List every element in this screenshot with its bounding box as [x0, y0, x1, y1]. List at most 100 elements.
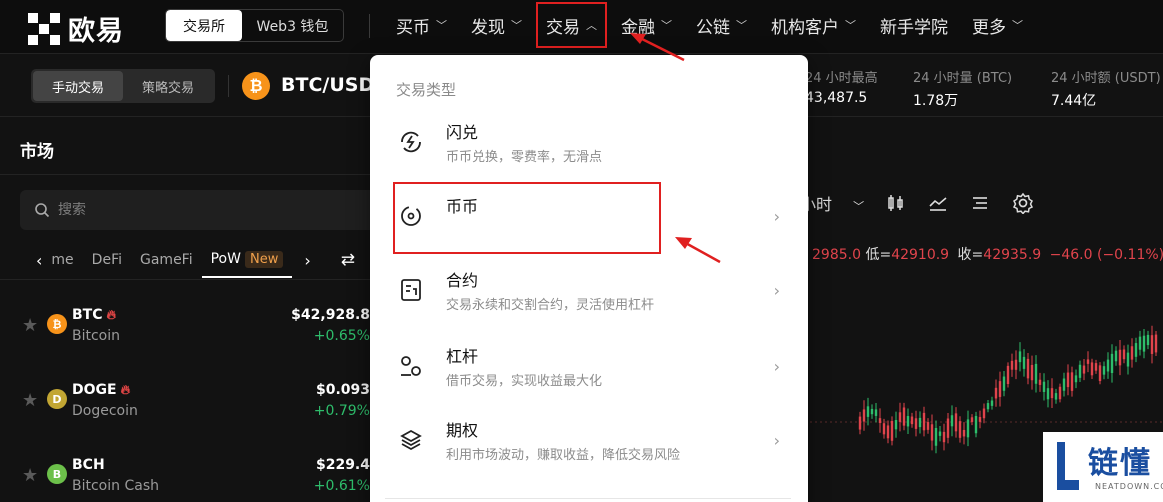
candle-body [946, 418, 950, 438]
indicator-icon[interactable] [928, 193, 948, 213]
coin-change: +0.65% [313, 328, 370, 344]
category-tab-pow[interactable]: PoW New [201, 242, 293, 278]
candle-body [1134, 343, 1138, 357]
candle-body [858, 416, 862, 430]
exchange-tab[interactable]: 交易所 [166, 10, 242, 41]
site-watermark: 链懂 NEATDOWN.COM [1043, 432, 1163, 502]
chevron-down-icon: ﹀ [661, 19, 672, 32]
candle-body [934, 427, 938, 446]
nav-label: 机构客户 [771, 17, 839, 38]
menu-item-options[interactable]: 期权 利用市场波动，赚取收益，降低交易风险 › [370, 407, 808, 479]
nav-more[interactable]: 更多 ﹀ [960, 0, 1035, 50]
candle-body [1090, 362, 1094, 376]
manual-trade-tab[interactable]: 手动交易 [33, 71, 123, 101]
category-tab[interactable]: me [42, 242, 82, 278]
chevron-right-icon[interactable]: › [304, 251, 310, 270]
candle-body [1014, 359, 1018, 370]
stat-24h-high: 24 小时最高 43,487.5 [805, 67, 878, 106]
chevron-down-icon: ﹀ [853, 200, 865, 213]
coin-price: $42,928.8 [291, 307, 370, 323]
category-tab[interactable]: GameFi [131, 242, 202, 278]
menu-item-desc: 借币交易，实现收益最大化 [446, 374, 603, 389]
candle-body [1062, 378, 1066, 391]
candle-body [898, 412, 902, 422]
chevron-down-icon: ﹀ [436, 19, 447, 32]
gear-icon[interactable] [1012, 192, 1034, 214]
bch-coin-icon: B [47, 464, 67, 484]
stat-label: 24 小时额 (USDT) [1051, 71, 1161, 86]
candle-body [1078, 364, 1082, 378]
dropdown-header: 交易类型 [396, 81, 457, 99]
strategy-trade-tab[interactable]: 策略交易 [123, 71, 213, 101]
coin-name: Bitcoin Cash [72, 478, 159, 494]
nav-trade[interactable]: 交易 ︿ [534, 0, 609, 50]
candle-body [930, 424, 934, 441]
candle-body [1094, 363, 1098, 371]
coin-row-doge[interactable]: ★ D DOGE 🔥︎ Dogecoin $0.093 +0.79% [20, 373, 380, 433]
menu-item-desc: 币币兑换，零费率，无滑点 [446, 150, 603, 165]
nav-chain[interactable]: 公链 ﹀ [684, 0, 759, 50]
nav-buy-crypto[interactable]: 买币 ﹀ [384, 0, 459, 50]
market-search [20, 190, 380, 230]
category-tab[interactable]: DeFi [83, 242, 131, 278]
candle-body [1102, 366, 1106, 375]
menu-item-futures[interactable]: 合约 交易永续和交割合约，灵活使用杠杆 › [370, 257, 808, 329]
candle-body [1126, 352, 1130, 367]
coin-symbol: BTC 🔥︎ [72, 307, 116, 323]
candle-body [906, 416, 910, 427]
top-nav: 欧易 交易所 Web3 钱包 买币 ﹀ 发现 ﹀ 交易 ︿ 金融 ﹀ 公链 ﹀ 机构客户 ﹀… [0, 0, 1163, 54]
chevron-down-icon: ﹀ [1012, 19, 1023, 32]
candle-body [902, 407, 906, 426]
symbol-text: BTC [72, 307, 103, 323]
interval-selector[interactable]: 小时 ﹀ [800, 191, 864, 215]
divider [0, 174, 380, 175]
candle-body [942, 431, 946, 443]
candle-body [1118, 349, 1122, 366]
stat-24h-volume: 24 小时量 (BTC) 1.78万 [913, 67, 1012, 110]
candle-body [1130, 346, 1134, 360]
watermark-sub: NEATDOWN.COM [1095, 482, 1163, 491]
okx-logo-icon [28, 12, 60, 45]
search-input[interactable] [58, 202, 358, 218]
chevron-right-icon: › [773, 207, 780, 226]
nav-finance[interactable]: 金融 ﹀ [609, 0, 684, 50]
candle-body [1042, 381, 1046, 392]
coin-name: Dogecoin [72, 403, 138, 419]
coin-row-bch[interactable]: ★ B BCH Bitcoin Cash $229.4 +0.61% [20, 448, 380, 502]
web3-wallet-tab[interactable]: Web3 钱包 [242, 10, 343, 41]
coin-symbol: BCH [72, 457, 105, 473]
coin-row-btc[interactable]: ★ ₿ BTC 🔥︎ Bitcoin $42,928.8 +0.65% [20, 298, 380, 358]
ohlc-change: −46.0 (−0.11%) [1049, 247, 1163, 263]
menu-item-title: 闪兑 [446, 123, 479, 142]
favorite-star-icon[interactable]: ★ [22, 465, 38, 486]
candle-body [938, 431, 942, 436]
ohlc-readout: 2985.0 低=42910.9 收=42935.9 −46.0 (−0.11%… [812, 244, 1163, 264]
candle-body [1098, 365, 1102, 382]
menu-item-convert[interactable]: 闪兑 币币兑换，零费率，无滑点 [370, 109, 808, 181]
nav-label: 金融 [621, 17, 655, 38]
swap-icon[interactable]: ⇄ [341, 250, 355, 270]
candle-body [910, 416, 914, 425]
candle-body [1110, 353, 1114, 374]
candlestick-icon[interactable] [886, 193, 906, 213]
candle-body [954, 413, 958, 432]
category-tabs: ‹ me DeFi GameFi PoW New › ⇄ [36, 242, 355, 278]
candle-body [874, 409, 878, 416]
okx-logo[interactable]: 欧易 [28, 9, 124, 48]
list-settings-icon[interactable] [970, 193, 990, 213]
nav-label: 发现 [471, 17, 505, 38]
favorite-star-icon[interactable]: ★ [22, 315, 38, 336]
nav-institutional[interactable]: 机构客户 ﹀ [759, 0, 868, 50]
nav-discover[interactable]: 发现 ﹀ [459, 0, 534, 50]
candle-body [890, 421, 894, 441]
nav-academy[interactable]: 新手学院 [868, 0, 960, 50]
chevron-right-icon: › [773, 357, 780, 376]
favorite-star-icon[interactable]: ★ [22, 390, 38, 411]
candle-body [986, 403, 990, 410]
candle-body [1002, 376, 1006, 391]
menu-item-margin[interactable]: 杠杆 借币交易，实现收益最大化 › [370, 333, 808, 405]
candle-body [1046, 388, 1050, 400]
menu-item-desc: 交易永续和交割合约，灵活使用杠杆 [446, 298, 655, 313]
candle-body [1106, 359, 1110, 372]
nav-label: 公链 [696, 17, 730, 38]
